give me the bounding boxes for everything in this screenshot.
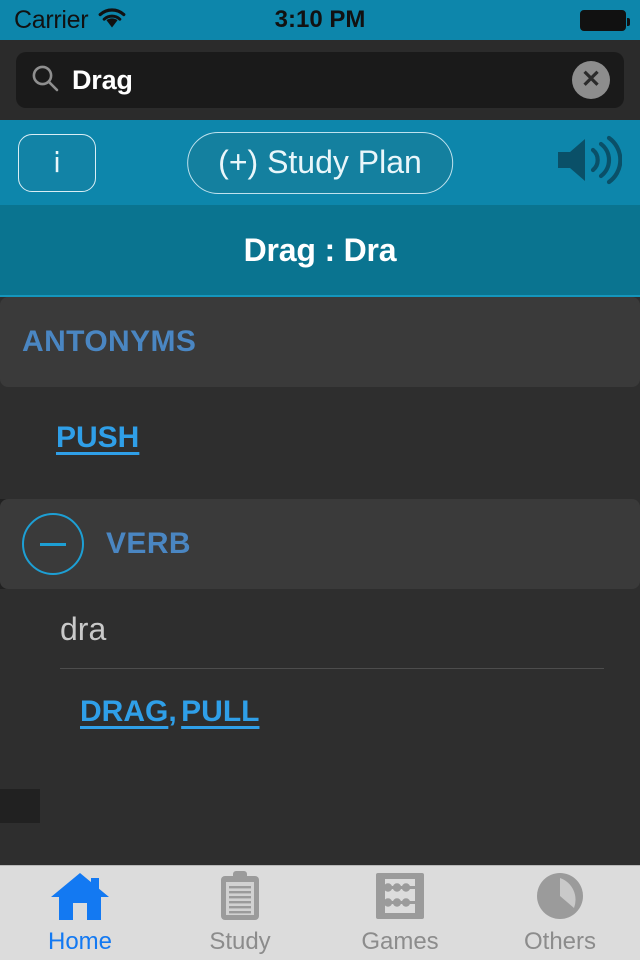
section-body-antonyms: PUSH bbox=[0, 387, 640, 499]
bottom-tab-bar: Home Study Games Others bbox=[0, 865, 640, 960]
status-bar-right bbox=[580, 9, 630, 31]
definition-synonym-links: DRAG, PULL bbox=[60, 669, 612, 789]
search-bar: Drag ✕ bbox=[0, 40, 640, 120]
info-button[interactable]: i bbox=[18, 133, 96, 192]
tab-others[interactable]: Others bbox=[480, 866, 640, 960]
tab-label: Study bbox=[209, 928, 271, 955]
wifi-icon bbox=[97, 7, 127, 34]
tab-label: Others bbox=[523, 928, 597, 955]
tab-label: Games bbox=[361, 928, 439, 955]
carrier-label: Carrier bbox=[14, 5, 89, 34]
section-header-antonyms[interactable]: ANTONYMS bbox=[0, 297, 640, 387]
definition-text: dra bbox=[60, 611, 107, 647]
search-input[interactable]: Drag ✕ bbox=[16, 52, 624, 108]
definition-list: ANTONYMS PUSH VERB dra DRAG, PULL bbox=[0, 297, 640, 870]
word-link-drag[interactable]: DRAG bbox=[80, 695, 168, 728]
home-icon bbox=[49, 870, 111, 922]
section-verb: VERB dra DRAG, PULL bbox=[0, 499, 640, 789]
word-title-bar: Drag : Dra bbox=[0, 205, 640, 297]
section-header-label: ANTONYMS bbox=[22, 325, 197, 358]
section-header-label: VERB bbox=[106, 527, 191, 560]
antonym-link-row: PUSH bbox=[0, 387, 640, 499]
page-title: Drag : Dra bbox=[243, 231, 397, 268]
word-link-push[interactable]: PUSH bbox=[56, 421, 139, 454]
clear-search-button[interactable]: ✕ bbox=[572, 61, 610, 99]
link-separator: , bbox=[168, 695, 177, 728]
speaker-volume-icon bbox=[556, 134, 623, 191]
section-header-verb[interactable]: VERB bbox=[0, 499, 640, 589]
word-toolbar: i (+) Study Plan bbox=[0, 120, 640, 205]
word-link-pull[interactable]: PULL bbox=[181, 695, 259, 728]
tab-home[interactable]: Home bbox=[0, 866, 160, 960]
section-body-verb: dra DRAG, PULL bbox=[0, 589, 640, 789]
clipboard-icon bbox=[216, 870, 264, 922]
search-icon bbox=[30, 63, 60, 98]
app-root: Carrier 3:10 PM Drag ✕ i (+) Study Plan … bbox=[0, 0, 640, 960]
status-bar: Carrier 3:10 PM bbox=[0, 0, 640, 40]
search-input-value[interactable]: Drag bbox=[72, 65, 560, 96]
add-to-study-plan-button[interactable]: (+) Study Plan bbox=[187, 131, 453, 194]
definition-entry: dra DRAG, PULL bbox=[40, 589, 640, 789]
minus-circle-icon[interactable] bbox=[22, 513, 84, 575]
speaker-button[interactable] bbox=[556, 134, 623, 191]
abacus-icon bbox=[372, 870, 428, 922]
battery-full-icon bbox=[580, 9, 630, 31]
tab-label: Home bbox=[47, 928, 113, 955]
pie-chart-icon bbox=[534, 870, 586, 922]
tab-games[interactable]: Games bbox=[320, 866, 480, 960]
status-bar-left: Carrier bbox=[14, 6, 127, 35]
tab-study[interactable]: Study bbox=[160, 866, 320, 960]
section-antonyms: ANTONYMS PUSH bbox=[0, 297, 640, 499]
